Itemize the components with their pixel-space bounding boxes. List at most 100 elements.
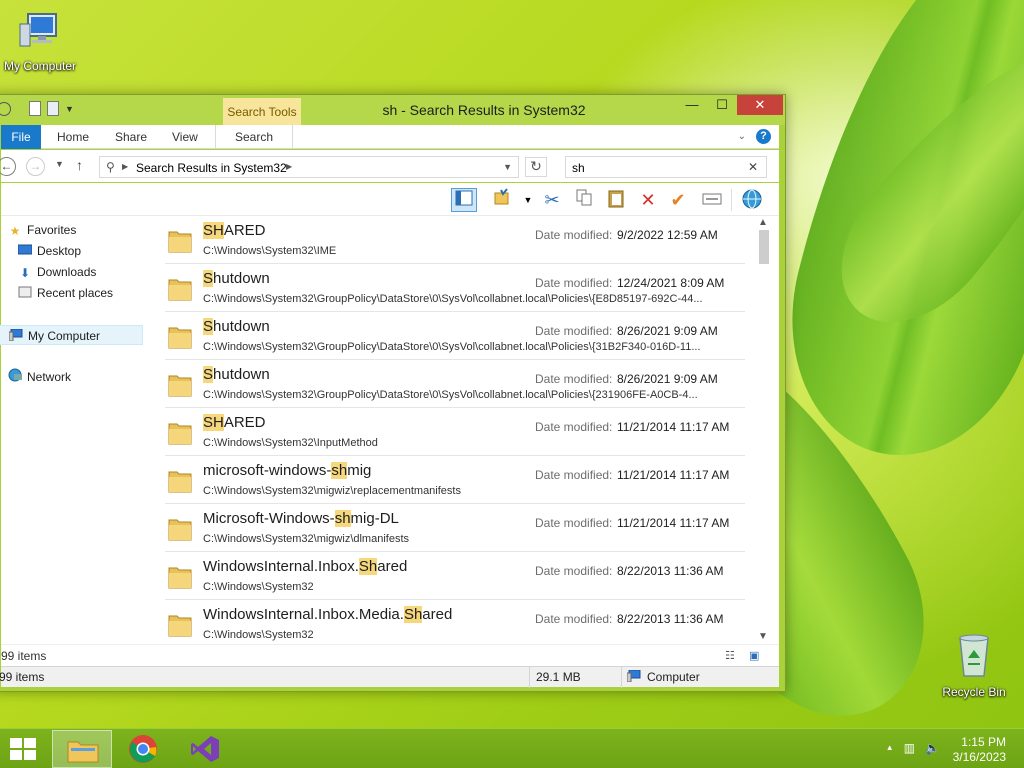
- result-row[interactable]: Shutdown C:\Windows\System32\GroupPolicy\…: [165, 264, 745, 312]
- scroll-down-icon[interactable]: ▼: [758, 631, 768, 642]
- date-modified-value: 11/21/2014 11:17 AM: [617, 516, 730, 530]
- nav-item-label: Favorites: [27, 223, 77, 237]
- chevron-right-icon[interactable]: ▶: [286, 162, 292, 171]
- taskbar-visual-studio[interactable]: [176, 730, 236, 768]
- recent-locations-icon[interactable]: ▼: [55, 159, 64, 169]
- result-row[interactable]: Microsoft-Windows-shmig-DL C:\Windows\Sys…: [165, 504, 745, 552]
- volume-icon[interactable]: 🔈: [925, 741, 940, 755]
- address-dropdown-icon[interactable]: ▼: [503, 162, 512, 172]
- folder-icon: [168, 375, 192, 397]
- nav-item-downloads[interactable]: ⬇ Downloads: [17, 262, 96, 282]
- network-status-icon[interactable]: ▥: [904, 741, 915, 755]
- status-divider: [621, 667, 622, 688]
- help-icon[interactable]: ?: [756, 129, 771, 144]
- windows-logo-icon: [10, 738, 36, 760]
- tab-file[interactable]: File: [1, 125, 41, 149]
- result-name-suffix: hutdown: [213, 270, 270, 287]
- result-path: C:\Windows\System32\GroupPolicy\DataStor…: [203, 293, 703, 305]
- result-row[interactable]: SHARED C:\Windows\System32\IME Date modifi…: [165, 216, 745, 264]
- up-arrow-icon[interactable]: ↑: [76, 157, 83, 173]
- nav-item-favorites[interactable]: ★ Favorites: [7, 220, 77, 240]
- address-input[interactable]: ⚲ ▶ Search Results in System32 ▶ ▼: [99, 156, 519, 178]
- globe-icon[interactable]: [739, 188, 765, 212]
- status-location: Computer: [647, 670, 700, 684]
- tab-search[interactable]: Search: [215, 125, 293, 149]
- nav-item-recent-places[interactable]: Recent places: [17, 283, 113, 303]
- date-modified-value: 8/22/2013 11:36 AM: [617, 612, 724, 626]
- nav-item-network[interactable]: Network: [7, 367, 71, 387]
- preview-pane-icon[interactable]: [451, 188, 477, 212]
- nav-item-label: Downloads: [37, 265, 97, 279]
- tab-view[interactable]: View: [172, 125, 198, 149]
- scrollbar-thumb[interactable]: [759, 230, 769, 264]
- command-toolbar: ▼ ✂ ✕ ✔: [1, 183, 779, 216]
- status-item-count: 99 items: [0, 670, 45, 684]
- chevron-right-icon[interactable]: ▶: [122, 162, 128, 171]
- rename-icon[interactable]: [699, 188, 725, 212]
- window-title: sh - Search Results in System32: [382, 102, 586, 118]
- checkmark-icon[interactable]: ✔: [665, 188, 691, 212]
- close-button[interactable]: ✕: [737, 95, 783, 115]
- content-area: ★ Favorites Desktop ⬇ Downloads Recent pla…: [0, 216, 779, 644]
- nav-item-desktop[interactable]: Desktop: [17, 241, 81, 261]
- clear-search-icon[interactable]: ✕: [748, 160, 758, 174]
- date-modified-value: 8/26/2021 9:09 AM: [617, 324, 718, 338]
- cut-icon[interactable]: ✂: [539, 188, 565, 212]
- taskbar-clock[interactable]: 1:15 PM 3/16/2023: [953, 735, 1006, 765]
- delete-icon[interactable]: ✕: [635, 188, 661, 212]
- taskbar-chrome[interactable]: [114, 730, 174, 768]
- search-box[interactable]: ✕: [565, 156, 767, 178]
- result-name-suffix: mig: [347, 462, 372, 479]
- result-row[interactable]: Shutdown C:\Windows\System32\GroupPolicy\…: [165, 360, 745, 408]
- network-icon: [7, 368, 23, 388]
- scroll-up-icon[interactable]: ▲: [758, 217, 768, 228]
- result-path: C:\Windows\System32\migwiz\replacementma…: [203, 485, 461, 497]
- select-folder-icon[interactable]: [489, 188, 515, 212]
- back-button[interactable]: ←: [0, 157, 16, 176]
- result-row[interactable]: SHARED C:\Windows\System32\InputMethod Dat…: [165, 408, 745, 456]
- result-name-suffix: mig-DL: [350, 510, 399, 527]
- explorer-window: ▼ Search Tools sh - Search Results in Sy…: [0, 94, 786, 692]
- result-row[interactable]: WindowsInternal.Inbox.Shared C:\Windows\S…: [165, 552, 745, 600]
- date-modified-value: 8/26/2021 9:09 AM: [617, 372, 718, 386]
- refresh-icon[interactable]: ↻: [525, 157, 547, 177]
- tab-share[interactable]: Share: [115, 125, 147, 149]
- minimize-button[interactable]: —: [677, 95, 707, 115]
- result-name: WindowsInternal.Inbox.Media.Shared: [203, 606, 452, 623]
- star-icon: ★: [9, 223, 21, 238]
- expand-ribbon-icon[interactable]: ⌄: [738, 131, 746, 142]
- result-name: Microsoft-Windows-shmig-DL: [203, 510, 399, 527]
- date-modified-label: Date modified:: [535, 468, 613, 482]
- large-icons-view-icon[interactable]: ▣: [749, 649, 759, 662]
- status-size: 29.1 MB: [536, 670, 581, 684]
- desktop-icon-recycle-bin[interactable]: Recycle Bin: [932, 630, 1016, 699]
- result-name: Shutdown: [203, 366, 270, 383]
- dropdown-arrow-icon[interactable]: ▼: [515, 188, 541, 212]
- copy-icon[interactable]: [571, 188, 597, 212]
- tab-home[interactable]: Home: [57, 125, 89, 149]
- ribbon-right-controls: ⌄ ?: [738, 129, 771, 144]
- nav-item-my-computer[interactable]: My Computer: [0, 325, 143, 345]
- desktop-icon-my-computer[interactable]: My Computer: [0, 8, 82, 73]
- vertical-scrollbar[interactable]: ▲ ▼: [755, 216, 772, 644]
- result-row[interactable]: WindowsInternal.Inbox.Media.Shared C:\Win…: [165, 600, 745, 644]
- paste-icon[interactable]: [603, 188, 629, 212]
- folder-icon: [168, 279, 192, 301]
- system-tray: ▲ ▥ 🔈: [886, 741, 940, 755]
- forward-button[interactable]: →: [26, 157, 45, 176]
- result-row[interactable]: Shutdown C:\Windows\System32\GroupPolicy\…: [165, 312, 745, 360]
- start-button[interactable]: [8, 736, 38, 762]
- taskbar-file-explorer[interactable]: [52, 730, 112, 768]
- maximize-button[interactable]: ☐: [707, 95, 737, 115]
- details-view-icon[interactable]: ☷: [725, 649, 735, 662]
- title-bar[interactable]: ▼ Search Tools sh - Search Results in Sy…: [0, 95, 785, 125]
- search-input[interactable]: [572, 160, 742, 175]
- show-hidden-icons[interactable]: ▲: [886, 743, 894, 755]
- nav-item-label: My Computer: [28, 329, 101, 343]
- date-modified-label: Date modified:: [535, 228, 613, 242]
- search-match-highlight: SH: [203, 414, 224, 431]
- result-name: SHARED: [203, 222, 266, 239]
- date-modified-value: 11/21/2014 11:17 AM: [617, 468, 730, 482]
- result-row[interactable]: microsoft-windows-shmig C:\Windows\System…: [165, 456, 745, 504]
- date-modified-value: 9/2/2022 12:59 AM: [617, 228, 718, 242]
